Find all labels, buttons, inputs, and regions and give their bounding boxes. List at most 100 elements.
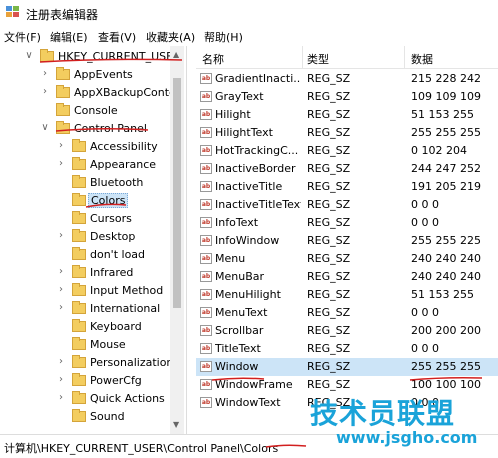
tree-item-bluetooth[interactable]: Bluetooth <box>0 174 184 192</box>
tree-item-hkey-current-user[interactable]: ∨ HKEY_CURRENT_USER <box>0 48 184 66</box>
expand-arrow-icon[interactable]: › <box>56 230 66 241</box>
watermark-title: 技术员联盟 <box>310 397 456 430</box>
tree-item-dont-load[interactable]: don't load <box>0 246 184 264</box>
list-row-hilight[interactable]: ab Hilight REG_SZ 51 153 255 <box>196 106 498 124</box>
expand-arrow-icon[interactable]: › <box>56 140 66 151</box>
list-row-gradientinacti[interactable]: ab GradientInacti... REG_SZ 215 228 242 <box>196 70 498 88</box>
menu-favorites[interactable]: 收藏夹(A) <box>146 29 195 45</box>
value-name: Window <box>215 360 259 373</box>
value-type: REG_SZ <box>307 144 351 157</box>
value-data: 51 153 255 <box>411 288 474 301</box>
tree-item-label: International <box>90 302 161 315</box>
list-row-infotext[interactable]: ab InfoText REG_SZ 0 0 0 <box>196 214 498 232</box>
value-data: 0 0 0 <box>411 306 439 319</box>
folder-icon <box>72 319 86 332</box>
expand-arrow-icon[interactable]: › <box>56 302 66 313</box>
menu-view[interactable]: 查看(V) <box>98 29 136 45</box>
list-row-window[interactable]: ab Window REG_SZ 255 255 255 <box>196 358 498 376</box>
value-name: MenuText <box>215 306 268 319</box>
tree-item-powercfg[interactable]: › PowerCfg <box>0 372 184 390</box>
tree-scrollbar[interactable]: ▲ ▼ <box>170 46 184 434</box>
scroll-up-arrow-icon[interactable]: ▲ <box>173 50 179 59</box>
folder-icon <box>72 391 86 404</box>
tree-item-cursors[interactable]: Cursors <box>0 210 184 228</box>
list-row-inactiveborder[interactable]: ab InactiveBorder REG_SZ 244 247 252 <box>196 160 498 178</box>
folder-icon <box>40 49 54 62</box>
menu-file[interactable]: 文件(F) <box>4 29 41 45</box>
tree-item-mouse[interactable]: Mouse <box>0 336 184 354</box>
window-title: 注册表编辑器 <box>26 8 99 22</box>
value-list[interactable]: 名称 类型 数据 ab GradientInacti... REG_SZ 215 22… <box>196 46 498 434</box>
list-row-infowindow[interactable]: ab InfoWindow REG_SZ 255 255 225 <box>196 232 498 250</box>
value-type: REG_SZ <box>307 216 351 229</box>
tree-item-appxbackupconter[interactable]: › AppXBackupConter <box>0 84 184 102</box>
menu-edit[interactable]: 编辑(E) <box>50 29 88 45</box>
column-header-name[interactable]: 名称 <box>202 51 224 67</box>
menu-help[interactable]: 帮助(H) <box>204 29 243 45</box>
list-row-menuhilight[interactable]: ab MenuHilight REG_SZ 51 153 255 <box>196 286 498 304</box>
tree-item-desktop[interactable]: › Desktop <box>0 228 184 246</box>
list-row-scrollbar[interactable]: ab Scrollbar REG_SZ 200 200 200 <box>196 322 498 340</box>
expand-arrow-icon[interactable]: › <box>56 356 66 367</box>
collapse-arrow-icon[interactable]: ∨ <box>24 50 34 61</box>
column-divider[interactable] <box>404 46 405 68</box>
expand-arrow-icon[interactable]: › <box>56 266 66 277</box>
string-value-icon: ab <box>200 163 212 174</box>
string-value-icon: ab <box>200 379 212 390</box>
tree-item-quick-actions[interactable]: › Quick Actions <box>0 390 184 408</box>
tree-item-keyboard[interactable]: Keyboard <box>0 318 184 336</box>
value-name: HilightText <box>215 126 273 139</box>
column-header-type[interactable]: 类型 <box>307 51 329 67</box>
list-row-menu[interactable]: ab Menu REG_SZ 240 240 240 <box>196 250 498 268</box>
value-name: Menu <box>215 252 246 265</box>
folder-icon <box>72 175 86 188</box>
tree-item-label: Mouse <box>90 338 126 351</box>
tree-item-appevents[interactable]: › AppEvents <box>0 66 184 84</box>
expand-arrow-icon[interactable]: › <box>40 86 50 97</box>
registry-tree[interactable]: ∨ HKEY_CURRENT_USER › AppEvents › AppXBa… <box>0 46 184 434</box>
collapse-arrow-icon[interactable]: ∨ <box>40 122 50 133</box>
expand-arrow-icon[interactable]: › <box>56 392 66 403</box>
tree-item-accessibility[interactable]: › Accessibility <box>0 138 184 156</box>
scrollbar-thumb[interactable] <box>173 78 181 308</box>
expand-arrow-icon[interactable]: › <box>56 284 66 295</box>
status-path: 计算机\HKEY_CURRENT_USER\Control Panel\Colo… <box>4 442 279 455</box>
value-name: MenuBar <box>215 270 265 283</box>
folder-icon <box>56 67 70 80</box>
value-data: 255 255 255 <box>411 360 481 373</box>
value-type: REG_SZ <box>307 126 351 139</box>
expand-arrow-icon[interactable]: › <box>56 374 66 385</box>
column-header-data[interactable]: 数据 <box>411 51 433 67</box>
tree-item-personalization[interactable]: › Personalization <box>0 354 184 372</box>
tree-item-label: don't load <box>90 248 146 261</box>
expand-arrow-icon[interactable]: › <box>56 158 66 169</box>
value-type: REG_SZ <box>307 162 351 175</box>
list-row-menutext[interactable]: ab MenuText REG_SZ 0 0 0 <box>196 304 498 322</box>
list-row-hilighttext[interactable]: ab HilightText REG_SZ 255 255 255 <box>196 124 498 142</box>
list-row-inactivetitletext[interactable]: ab InactiveTitleText REG_SZ 0 0 0 <box>196 196 498 214</box>
tree-item-input-method[interactable]: › Input Method <box>0 282 184 300</box>
folder-icon <box>72 301 86 314</box>
list-row-inactivetitle[interactable]: ab InactiveTitle REG_SZ 191 205 219 <box>196 178 498 196</box>
expand-arrow-icon[interactable]: › <box>40 68 50 79</box>
column-divider[interactable] <box>302 46 303 68</box>
scroll-down-arrow-icon[interactable]: ▼ <box>173 420 179 429</box>
tree-item-label: Appearance <box>90 158 157 171</box>
list-row-menubar[interactable]: ab MenuBar REG_SZ 240 240 240 <box>196 268 498 286</box>
tree-item-colors[interactable]: Colors <box>0 192 184 210</box>
string-value-icon: ab <box>200 145 212 156</box>
list-row-titletext[interactable]: ab TitleText REG_SZ 0 0 0 <box>196 340 498 358</box>
tree-item-console[interactable]: Console <box>0 102 184 120</box>
tree-item-sound[interactable]: Sound <box>0 408 184 426</box>
tree-item-international[interactable]: › International <box>0 300 184 318</box>
value-type: REG_SZ <box>307 324 351 337</box>
tree-item-infrared[interactable]: › Infrared <box>0 264 184 282</box>
value-type: REG_SZ <box>307 270 351 283</box>
string-value-icon: ab <box>200 307 212 318</box>
value-name: InactiveTitle <box>215 180 283 193</box>
list-row-graytext[interactable]: ab GrayText REG_SZ 109 109 109 <box>196 88 498 106</box>
list-row-hottrackingc[interactable]: ab HotTrackingC... REG_SZ 0 102 204 <box>196 142 498 160</box>
value-data: 109 109 109 <box>411 90 481 103</box>
tree-item-appearance[interactable]: › Appearance <box>0 156 184 174</box>
tree-item-control-panel[interactable]: ∨ Control Panel <box>0 120 184 138</box>
